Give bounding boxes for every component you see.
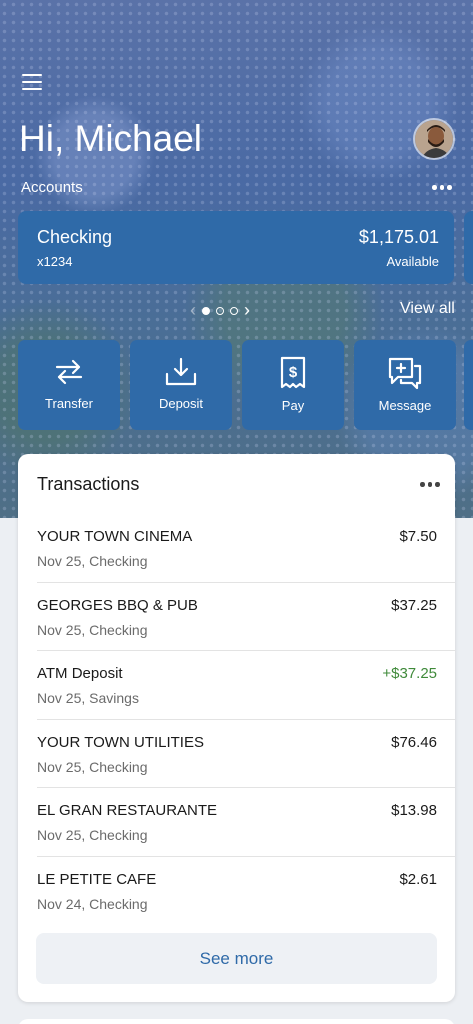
transaction-date-account: Nov 24, Checking	[37, 895, 148, 912]
pay-button[interactable]: $ Pay	[242, 340, 344, 430]
deposit-label: Deposit	[158, 396, 204, 411]
see-more-button[interactable]: See more	[36, 933, 437, 984]
next-card	[18, 1019, 455, 1024]
accounts-label: Accounts	[21, 179, 83, 196]
quick-actions: Transfer Deposit $ Pay Message	[18, 340, 456, 430]
transaction-row[interactable]: GEORGES BBQ & PUB Nov 25, Checking $37.2…	[37, 583, 455, 651]
message-label: Message	[378, 398, 432, 413]
transaction-amount: +$37.25	[382, 665, 437, 682]
transaction-row[interactable]: YOUR TOWN CINEMA Nov 25, Checking $7.50	[37, 514, 455, 583]
transfer-label: Transfer	[45, 396, 93, 411]
transaction-amount: $7.50	[399, 528, 437, 545]
pay-bill-icon: $	[280, 356, 306, 389]
transaction-amount: $37.25	[391, 596, 437, 614]
transaction-name: GEORGES BBQ & PUB	[37, 596, 198, 614]
greeting-title: Hi, Michael	[19, 118, 202, 159]
transaction-name: EL GRAN RESTAURANTE	[37, 802, 218, 819]
transfer-button[interactable]: Transfer	[18, 340, 120, 430]
pay-label: Pay	[281, 398, 305, 413]
transaction-name: LE PETITE CAFE	[37, 870, 157, 888]
transaction-date-account: Nov 25, Savings	[37, 690, 139, 706]
pager-dot[interactable]	[230, 306, 238, 315]
transaction-row[interactable]: EL GRAN RESTAURANTE Nov 25, Checking $13…	[37, 788, 455, 857]
transaction-date-account: Nov 25, Checking	[37, 827, 148, 843]
transaction-date-account: Nov 25, Checking	[37, 621, 148, 638]
transaction-amount: $76.46	[391, 733, 437, 751]
view-all-link[interactable]: View all	[400, 300, 455, 318]
account-balance: $1,175.01	[358, 227, 439, 247]
chevron-right-icon[interactable]: ›	[244, 300, 250, 321]
more-horizontal-icon[interactable]	[432, 185, 452, 190]
more-horizontal-icon[interactable]	[420, 482, 440, 487]
pager-dot[interactable]	[216, 306, 224, 315]
deposit-button[interactable]: Deposit	[130, 340, 232, 430]
transactions-card: Transactions YOUR TOWN CINEMA Nov 25, Ch…	[18, 454, 455, 1002]
svg-text:$: $	[289, 364, 298, 381]
message-button[interactable]: Message	[354, 340, 456, 430]
transaction-row[interactable]: LE PETITE CAFE Nov 24, Checking $2.61	[37, 857, 455, 926]
transaction-row[interactable]: YOUR TOWN UTILITIES Nov 25, Checking $76…	[37, 720, 455, 788]
message-icon	[388, 357, 422, 390]
account-number: x1234	[37, 254, 73, 269]
account-pager: ‹ ›	[190, 300, 250, 321]
transaction-name: YOUR TOWN UTILITIES	[37, 733, 204, 751]
transaction-amount: $13.98	[391, 802, 437, 819]
hamburger-menu-icon[interactable]	[22, 74, 42, 90]
deposit-icon	[165, 357, 197, 386]
transactions-title: Transactions	[37, 474, 140, 494]
account-card-checking[interactable]: Checking x1234 $1,175.01 Available	[18, 211, 454, 284]
transaction-amount: $2.61	[399, 870, 437, 888]
transfer-icon	[55, 359, 83, 385]
account-balance-label: Available	[386, 254, 439, 269]
transaction-date-account: Nov 25, Checking	[37, 553, 148, 569]
transaction-date-account: Nov 25, Checking	[37, 758, 148, 775]
action-next[interactable]	[464, 340, 473, 430]
transaction-name: YOUR TOWN CINEMA	[37, 528, 193, 545]
transaction-row[interactable]: ATM Deposit Nov 25, Savings +$37.25	[37, 651, 455, 720]
transactions-list: YOUR TOWN CINEMA Nov 25, Checking $7.50 …	[18, 514, 455, 925]
transaction-name: ATM Deposit	[37, 665, 123, 682]
account-card-next[interactable]	[464, 211, 473, 284]
pager-dot[interactable]	[202, 306, 210, 315]
account-name: Checking	[37, 227, 113, 247]
user-avatar[interactable]	[413, 118, 455, 160]
chevron-left-icon[interactable]: ‹	[190, 300, 196, 321]
